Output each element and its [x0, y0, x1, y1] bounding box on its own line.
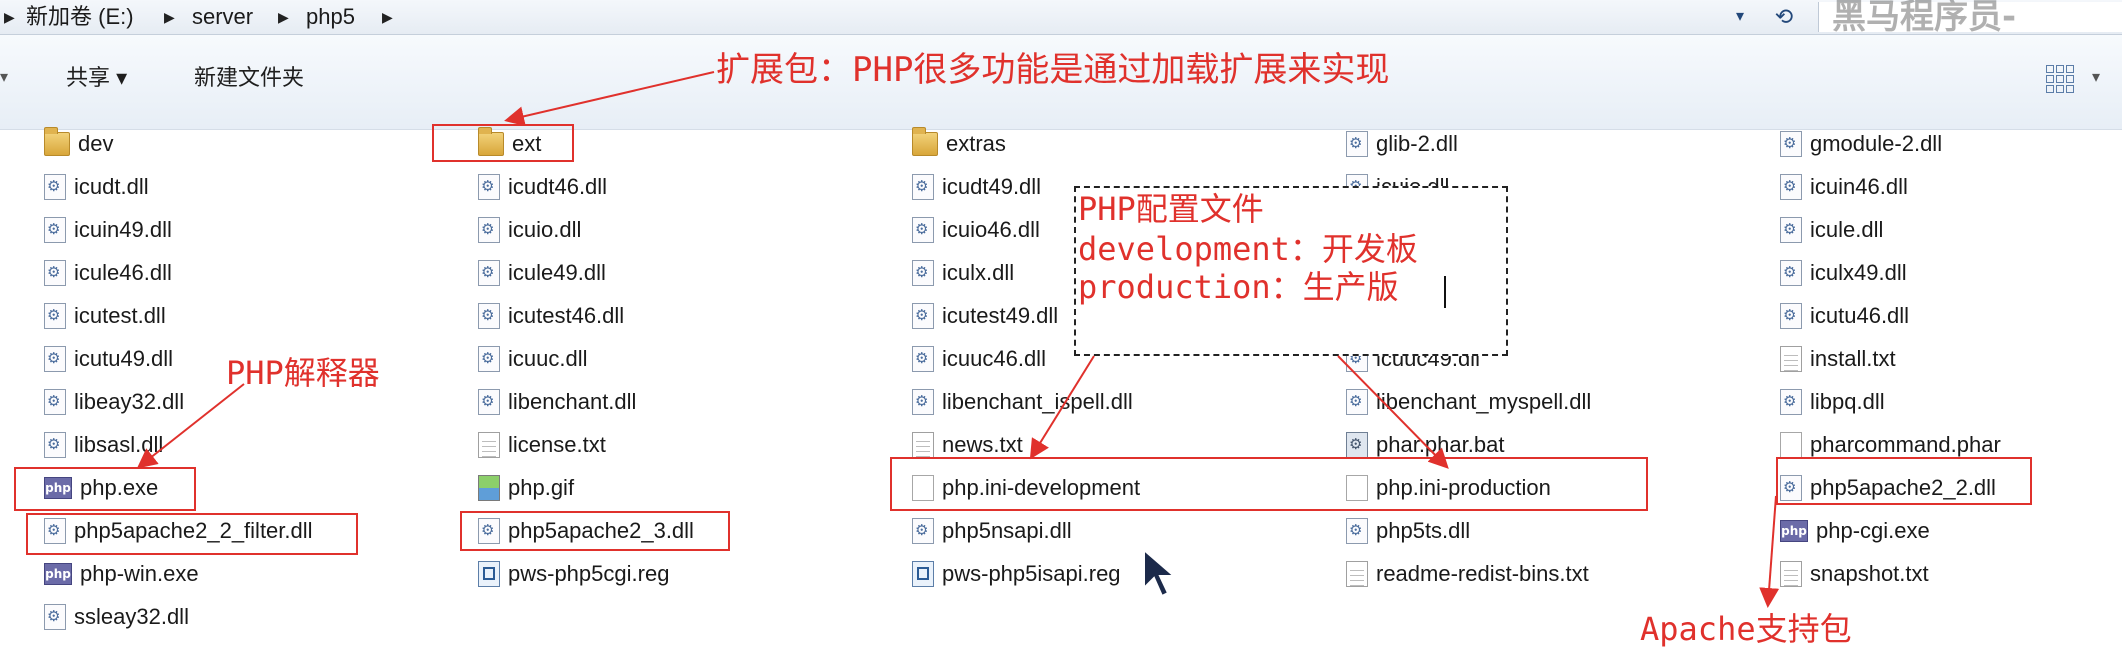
arrow-to-php-exe — [136, 383, 245, 469]
arrow-to-development — [1029, 355, 1095, 460]
annotation-arrows — [136, 71, 1780, 608]
mouse-pointer-icon — [1143, 548, 1177, 598]
arrow-to-production — [1337, 355, 1449, 469]
arrow-to-apache-dll — [1759, 495, 1780, 608]
arrow-to-ext — [504, 71, 715, 127]
